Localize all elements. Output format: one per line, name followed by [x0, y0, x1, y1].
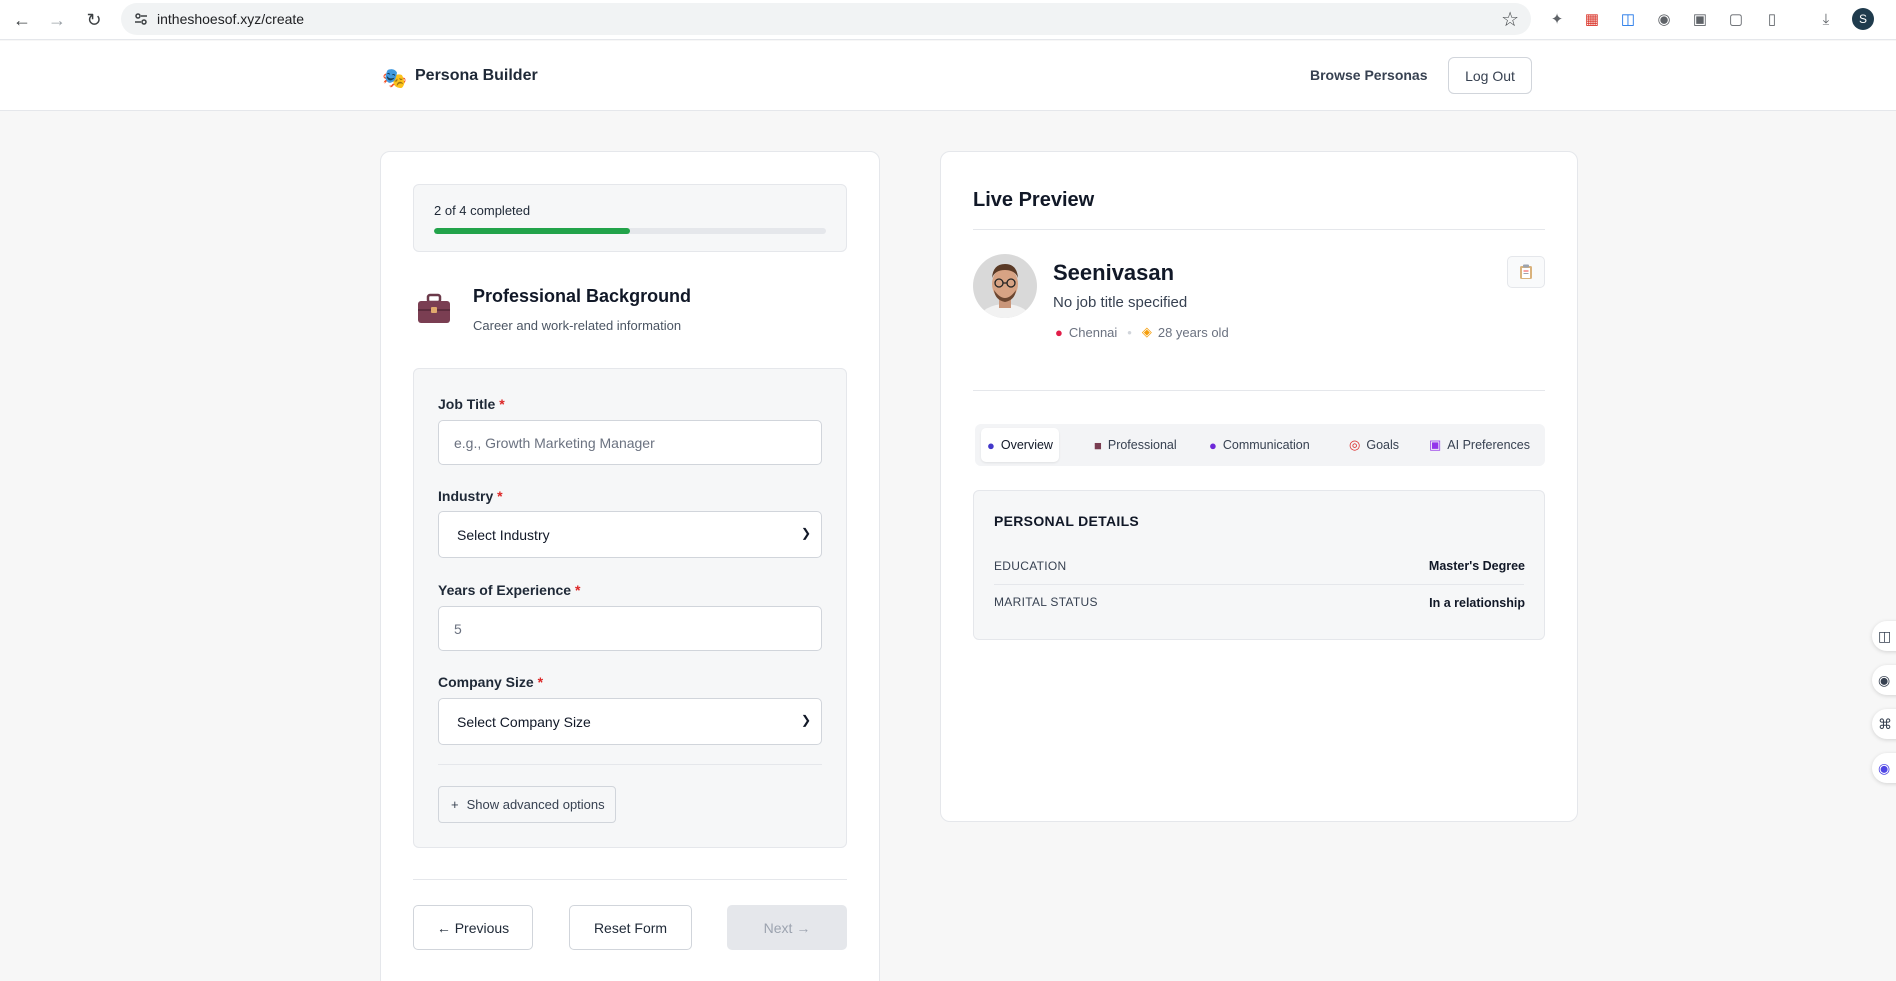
theater-masks-icon[interactable]: 🎭 — [382, 66, 407, 91]
show-advanced-options-button[interactable]: + Show advanced options — [438, 786, 616, 823]
experience-input[interactable]: 5 — [438, 606, 822, 651]
progress-panel — [413, 184, 847, 252]
plus-icon: + — [451, 797, 459, 812]
picture-in-picture-icon[interactable]: ▣ — [1690, 9, 1710, 29]
live-preview-title: Live Preview — [973, 189, 1095, 211]
profile-avatar[interactable]: S — [1852, 8, 1874, 30]
site-settings-icon[interactable] — [133, 11, 149, 27]
tab-professional[interactable]: ■ Professional — [1088, 428, 1183, 462]
tab-communication[interactable]: ● Communication — [1203, 428, 1316, 462]
company-size-label: Company Size * — [438, 674, 544, 690]
reset-form-button[interactable]: Reset Form — [569, 905, 692, 950]
tab-ai-preferences[interactable]: ▣ AI Preferences — [1423, 428, 1536, 462]
tab-label: Overview — [1000, 438, 1053, 452]
location-pin-icon: ● — [1055, 324, 1063, 340]
section-title: Professional Background — [473, 286, 692, 306]
clipboard-icon — [1520, 264, 1532, 279]
tab-overview[interactable]: ● Overview — [981, 428, 1059, 462]
persona-location: Chennai — [1068, 324, 1118, 340]
industry-select[interactable]: Select Industry ❯ — [438, 511, 822, 558]
briefcase-icon — [418, 293, 450, 323]
company-size-select[interactable]: Select Company Size ❯ — [438, 698, 822, 745]
reload-icon[interactable]: ↻ — [80, 8, 108, 32]
back-icon[interactable]: ← — [8, 8, 36, 32]
divider — [413, 879, 847, 880]
next-button[interactable]: Next → — [727, 905, 847, 950]
live-preview-card — [940, 151, 1578, 822]
previous-button[interactable]: ← Previous — [413, 905, 533, 950]
chevron-down-icon: ❯ — [800, 713, 811, 727]
brand-name[interactable]: Persona Builder — [415, 67, 538, 85]
tab-label: AI Preferences — [1447, 438, 1530, 452]
tab-label: Goals — [1366, 438, 1399, 452]
divider — [973, 229, 1545, 230]
browser-toolbar: ← → ↻ intheshoesof.xyz/create ☆ ✦ ▦ ◫ ◉ … — [0, 0, 1896, 40]
progress-bar — [434, 228, 826, 234]
experience-label: Years of Experience * — [438, 582, 581, 598]
divider — [973, 390, 1545, 391]
tab-label: Communication — [1222, 438, 1310, 452]
shield-icon[interactable]: ◫ — [1618, 9, 1638, 29]
puzzle-icon[interactable]: ▯ — [1762, 9, 1782, 29]
persona-name: Seenivasan — [1053, 260, 1175, 285]
tab-label: Professional — [1107, 438, 1177, 452]
divider — [438, 764, 822, 765]
section-subtitle: Career and work-related information — [473, 318, 682, 333]
industry-select-value: Select Industry — [457, 526, 550, 543]
birthday-cake-icon: ◈ — [1141, 324, 1152, 339]
url-text[interactable]: intheshoesof.xyz/create — [157, 11, 304, 27]
show-advanced-options-label: Show advanced options — [466, 797, 605, 812]
forward-icon[interactable]: → — [43, 8, 71, 32]
progress-text: 2 of 4 completed — [434, 203, 531, 218]
detail-value-marital-status: In a relationship — [1429, 596, 1525, 610]
chevron-down-icon: ❯ — [800, 526, 811, 540]
logout-button[interactable]: Log Out — [1448, 57, 1532, 94]
avatar — [973, 254, 1037, 318]
target-icon: ◎ — [1349, 437, 1361, 452]
camera-icon[interactable]: ◉ — [1654, 9, 1674, 29]
extension-icon[interactable]: ✦ — [1547, 9, 1567, 29]
book-icon[interactable]: ◫ — [1872, 621, 1896, 651]
persona-job-title: No job title specified — [1053, 294, 1188, 311]
address-bar[interactable]: intheshoesof.xyz/create ☆ — [121, 3, 1531, 35]
bookmark-star-icon[interactable]: ☆ — [1501, 7, 1519, 32]
broadcast-icon[interactable]: ◉ — [1872, 665, 1896, 695]
download-icon[interactable]: ⤓ — [1816, 9, 1836, 29]
industry-label: Industry * — [438, 488, 503, 504]
speech-head-icon: ● — [1209, 437, 1217, 453]
command-icon[interactable]: ⌘ — [1872, 709, 1896, 739]
extension-icon[interactable]: ▦ — [1582, 9, 1602, 29]
briefcase-icon: ■ — [1094, 437, 1102, 453]
job-title-input[interactable]: e.g., Growth Marketing Manager — [438, 420, 822, 465]
divider — [994, 584, 1524, 585]
assistant-icon[interactable]: ◉ — [1872, 753, 1896, 783]
person-icon: ● — [987, 437, 995, 453]
separator-dot: • — [1127, 324, 1132, 340]
detail-key-education: EDUCATION — [994, 559, 1067, 573]
job-title-label: Job Title * — [438, 396, 505, 412]
personal-details-title: PERSONAL DETAILS — [994, 513, 1140, 529]
progress-bar-fill — [434, 228, 630, 234]
browse-personas-link[interactable]: Browse Personas — [1310, 67, 1428, 83]
robot-icon: ▣ — [1429, 437, 1442, 452]
app-header — [0, 41, 1896, 111]
persona-age: 28 years old — [1157, 324, 1229, 340]
detail-key-marital-status: MARITAL STATUS — [994, 595, 1098, 609]
extension-icon[interactable]: ▢ — [1726, 9, 1746, 29]
company-size-select-value: Select Company Size — [457, 713, 591, 730]
persona-meta: ● Chennai • ◈ 28 years old — [1055, 324, 1229, 340]
tab-goals[interactable]: ◎ Goals — [1343, 428, 1405, 462]
detail-value-education: Master's Degree — [1428, 559, 1525, 573]
clipboard-button[interactable] — [1507, 256, 1545, 288]
